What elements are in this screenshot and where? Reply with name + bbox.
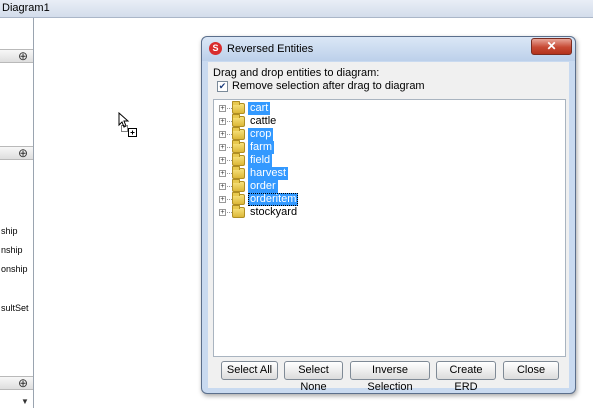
expand-icon[interactable]: + <box>219 157 226 164</box>
left-panel-item[interactable]: sultSet <box>1 303 29 313</box>
reversed-entities-dialog: S Reversed Entities ✕ Drag and drop enti… <box>201 36 576 394</box>
expand-icon[interactable]: + <box>219 209 226 216</box>
remove-selection-checkbox[interactable]: ✔ <box>217 81 228 92</box>
collapse-icon[interactable]: ⊕ <box>18 146 28 160</box>
expand-icon[interactable]: + <box>219 118 226 125</box>
folder-icon <box>232 153 245 166</box>
instruction-text: Drag and drop entities to diagram: <box>213 67 380 79</box>
dialog-title-bar[interactable]: S Reversed Entities ✕ <box>202 37 575 61</box>
folder-icon <box>232 166 245 179</box>
folder-icon <box>232 101 245 114</box>
folder-icon <box>232 127 245 140</box>
entity-label[interactable]: field <box>248 154 273 167</box>
section-header-2[interactable]: ⊕ <box>0 146 33 160</box>
entity-label[interactable]: farm <box>248 141 274 154</box>
expand-icon[interactable]: + <box>219 144 226 151</box>
entity-label[interactable]: harvest <box>248 167 289 180</box>
folder-icon <box>232 179 245 192</box>
folder-icon <box>232 114 245 127</box>
left-panel-item[interactable]: ship <box>1 226 18 236</box>
entity-label[interactable]: cart <box>248 102 271 115</box>
select-all-button[interactable]: Select All <box>221 361 278 380</box>
expand-icon[interactable]: + <box>219 131 226 138</box>
remove-selection-label[interactable]: Remove selection after drag to diagram <box>232 80 425 92</box>
left-panel-item[interactable]: onship <box>1 264 28 274</box>
select-none-button[interactable]: Select None <box>284 361 343 393</box>
create-erd-button[interactable]: Create ERD <box>436 361 496 393</box>
inverse-selection-button[interactable]: Inverse Selection <box>350 361 430 393</box>
collapse-icon[interactable]: ⊕ <box>18 376 28 390</box>
expand-icon[interactable]: + <box>219 105 226 112</box>
expand-icon[interactable]: + <box>219 170 226 177</box>
entity-label[interactable]: cattle <box>248 115 278 128</box>
section-header-1[interactable]: ⊕ <box>0 49 33 63</box>
close-button[interactable]: Close <box>503 361 559 380</box>
left-panel-item[interactable]: nship <box>1 245 23 255</box>
app-logo-icon: S <box>209 42 222 55</box>
expand-icon[interactable]: + <box>219 196 226 203</box>
entity-label[interactable]: stockyard <box>248 206 299 219</box>
expand-icon[interactable]: + <box>219 183 226 190</box>
drag-cursor-icon <box>118 112 137 137</box>
dialog-body: Drag and drop entities to diagram: ✔ Rem… <box>208 62 569 388</box>
folder-icon <box>232 192 245 205</box>
entity-label[interactable]: order <box>248 180 278 193</box>
entity-label[interactable]: orderitem <box>248 193 299 206</box>
section-header-3[interactable]: ⊕ <box>0 376 33 390</box>
entity-tree[interactable]: + cart + cattle + crop + farm + field + … <box>213 99 566 357</box>
entity-label[interactable]: crop <box>248 128 274 141</box>
folder-icon <box>232 205 245 218</box>
scroll-down-icon[interactable]: ▼ <box>21 397 29 406</box>
close-icon[interactable]: ✕ <box>531 38 572 55</box>
left-panel: ⊕ ⊕ ship nship onship sultSet ⊕ ▼ <box>0 18 34 408</box>
dialog-title: Reversed Entities <box>227 43 314 55</box>
diagram-title: Diagram1 <box>2 2 50 14</box>
diagram-title-bar: Diagram1 <box>0 0 593 18</box>
collapse-icon[interactable]: ⊕ <box>18 49 28 63</box>
folder-icon <box>232 140 245 153</box>
